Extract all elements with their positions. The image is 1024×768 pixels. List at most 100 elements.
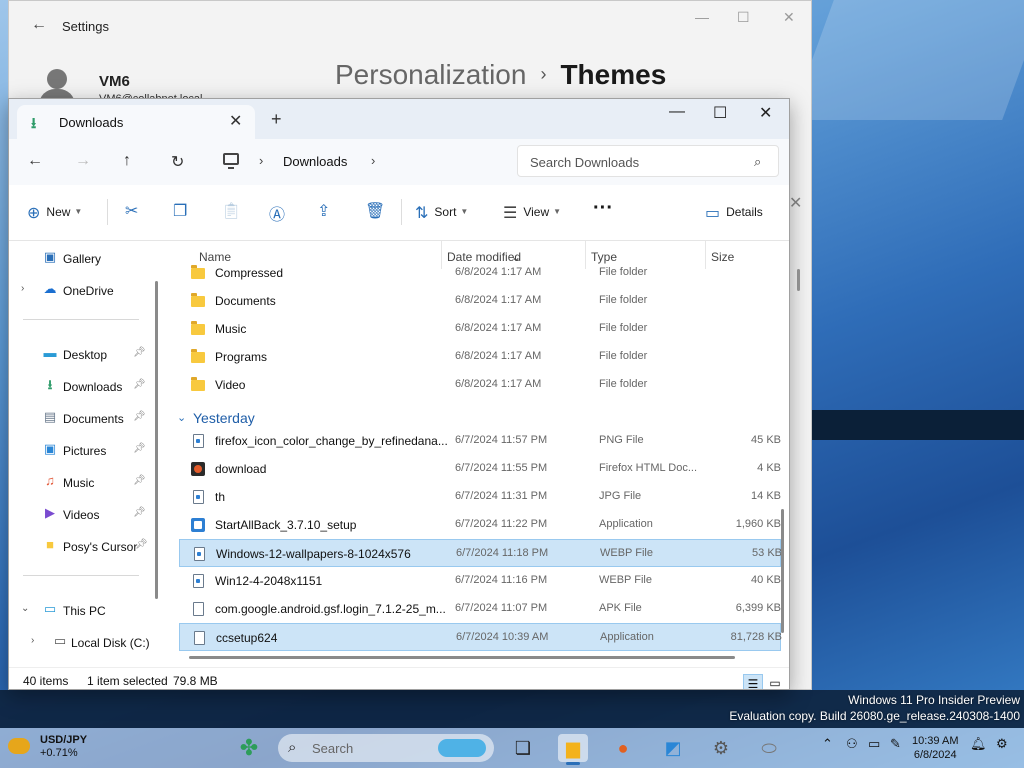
- new-tab-button[interactable]: +: [271, 109, 282, 130]
- table-row[interactable]: firefox_icon_color_change_by_refinedana.…: [179, 427, 781, 455]
- pin-icon[interactable]: 📌︎: [133, 347, 146, 358]
- close-icon[interactable]: ✕: [229, 111, 242, 131]
- task-view-icon[interactable]: ❏: [508, 734, 538, 762]
- tab-strip[interactable]: ⭳ Downloads ✕ + — ☐ ✕: [9, 99, 789, 139]
- table-row[interactable]: Compressed 6/8/2024 1:17 AM File folder: [179, 259, 781, 287]
- more-options-button[interactable]: ···: [593, 197, 613, 220]
- rename-icon[interactable]: Ⓐ: [269, 201, 285, 225]
- pin-icon[interactable]: 📌︎: [133, 507, 146, 518]
- view-button[interactable]: ☰ View ▼: [503, 203, 561, 223]
- new-button[interactable]: ⊕ New ▼: [27, 203, 82, 223]
- taskbar[interactable]: USD/JPY +0.71% ✤ ⌕ Search ❏ ▆ ● ◩ ⚙ ⬭ ⌃ …: [0, 728, 1024, 768]
- details-button[interactable]: ▭ Details: [705, 203, 763, 223]
- chevron-down-icon[interactable]: ⌄: [21, 603, 29, 614]
- pin-icon[interactable]: 📌︎: [135, 539, 148, 550]
- breadcrumb-parent[interactable]: Personalization: [335, 59, 526, 90]
- pin-icon[interactable]: 📌︎: [133, 443, 146, 454]
- chevron-down-icon[interactable]: ⌄: [177, 411, 186, 424]
- path-box[interactable]: › Downloads ›: [213, 145, 503, 177]
- back-arrow-icon[interactable]: ←: [31, 16, 47, 34]
- refresh-icon[interactable]: ↻: [171, 152, 184, 172]
- path-segment-downloads[interactable]: Downloads: [283, 154, 347, 169]
- widgets-button[interactable]: USD/JPY +0.71%: [0, 728, 100, 768]
- command-bar[interactable]: ⊕ New ▼ ✂ ❐ 📋︎ Ⓐ ⇪ 🗑︎ ⇅ Sort ▼ ☰ View ▼ ··· ▭ D…: [9, 185, 789, 241]
- app-icon[interactable]: ⬭: [754, 734, 784, 762]
- sort-button[interactable]: ⇅ Sort ▼: [415, 203, 468, 223]
- close-icon[interactable]: ✕: [789, 193, 802, 213]
- forward-arrow-icon[interactable]: →: [75, 152, 91, 170]
- file-type: File folder: [599, 350, 648, 362]
- share-icon[interactable]: ⇪: [317, 201, 330, 221]
- file-explorer-icon[interactable]: ▆: [558, 734, 588, 765]
- maximize-icon[interactable]: ☐: [713, 103, 727, 123]
- sidebar-item-music[interactable]: ♫ Music 📌︎: [9, 469, 159, 495]
- paste-icon[interactable]: 📋︎: [221, 201, 241, 221]
- firefox-icon[interactable]: ●: [608, 734, 638, 762]
- minimize-icon[interactable]: —: [695, 9, 709, 25]
- pen-icon[interactable]: ✎: [890, 736, 901, 752]
- maximize-icon[interactable]: ☐: [737, 9, 750, 26]
- copy-icon[interactable]: ❐: [173, 201, 187, 221]
- file-icon: [193, 602, 204, 616]
- cut-icon[interactable]: ✂: [125, 201, 138, 221]
- table-row[interactable]: Music 6/8/2024 1:17 AM File folder: [179, 315, 781, 343]
- pin-icon[interactable]: 📌︎: [133, 475, 146, 486]
- settings-gear-icon[interactable]: ⚙: [996, 736, 1008, 752]
- settings-titlebar[interactable]: ← Settings — ☐ ✕: [9, 1, 811, 51]
- table-row[interactable]: Windows-12-wallpapers-8-1024x576 6/7/2024…: [179, 539, 782, 567]
- table-row[interactable]: StartAllBack_3.7.10_setup 6/7/2024 11:22 …: [179, 511, 781, 539]
- chevron-right-icon[interactable]: ›: [31, 635, 34, 646]
- table-row[interactable]: download 6/7/2024 11:55 PM Firefox HTML Do…: [179, 455, 781, 483]
- minimize-icon[interactable]: —: [669, 103, 685, 121]
- sidebar-item-pictures[interactable]: ▣ Pictures 📌︎: [9, 437, 159, 463]
- pin-icon[interactable]: 📌︎: [133, 411, 146, 422]
- sidebar-item-onedrive[interactable]: › ☁ OneDrive: [9, 277, 159, 303]
- table-row[interactable]: Video 6/8/2024 1:17 AM File folder: [179, 371, 781, 399]
- close-icon[interactable]: ✕: [783, 9, 795, 26]
- tiles-view-icon[interactable]: ▭: [765, 674, 785, 689]
- sidebar-item-desktop[interactable]: ▬ Desktop 📌︎: [9, 341, 159, 367]
- file-list[interactable]: Name ⌄ Date modified Type Size Compresse…: [167, 241, 789, 665]
- chevron-right-icon[interactable]: ›: [21, 283, 24, 294]
- sidebar-item-local-disk[interactable]: › ▭ Local Disk (C:): [9, 629, 159, 655]
- close-icon[interactable]: ✕: [759, 103, 772, 123]
- address-bar[interactable]: ← → ↑ ↻ › Downloads › Search Downloads ⌕: [9, 139, 789, 185]
- start-icon[interactable]: ✤: [234, 734, 264, 762]
- taskbar-search[interactable]: ⌕ Search: [278, 734, 494, 762]
- sidebar-item-downloads[interactable]: ⭳ Downloads 📌︎: [9, 373, 159, 399]
- chevron-right-icon[interactable]: ›: [371, 153, 375, 168]
- up-arrow-icon[interactable]: ↑: [123, 152, 131, 170]
- settings-gear-icon[interactable]: ⚙: [706, 734, 736, 762]
- table-row[interactable]: Win12-4-2048x1151 6/7/2024 11:16 PM WEBP F…: [179, 567, 781, 595]
- table-row[interactable]: Documents 6/8/2024 1:17 AM File folder: [179, 287, 781, 315]
- navigation-pane[interactable]: ▣ Gallery › ☁ OneDrive ▬ Desktop 📌︎ ⭳ Do…: [9, 241, 159, 665]
- clock[interactable]: 10:39 AM 6/8/2024: [912, 734, 958, 762]
- table-row[interactable]: ccsetup624 6/7/2024 10:39 AM Application 81…: [179, 623, 782, 651]
- photos-icon[interactable]: ◩: [658, 734, 688, 762]
- scrollbar[interactable]: [781, 509, 784, 633]
- sidebar-item-this-pc[interactable]: ⌄ ▭ This PC: [9, 597, 159, 623]
- pin-icon[interactable]: 📌︎: [133, 379, 146, 390]
- details-view-icon[interactable]: ☰: [743, 674, 763, 689]
- tab-downloads[interactable]: ⭳ Downloads ✕: [17, 105, 255, 139]
- delete-icon[interactable]: 🗑︎: [365, 201, 385, 221]
- search-input[interactable]: Search Downloads ⌕: [517, 145, 779, 177]
- scrollbar[interactable]: [189, 656, 735, 659]
- table-row[interactable]: th 6/7/2024 11:31 PM JPG File 14 KB: [179, 483, 781, 511]
- chevron-right-icon[interactable]: ›: [259, 153, 263, 168]
- file-explorer-window[interactable]: ⭳ Downloads ✕ + — ☐ ✕ ← → ↑ ↻ › Download…: [8, 98, 790, 690]
- sidebar-item-documents[interactable]: ▤ Documents 📌︎: [9, 405, 159, 431]
- network-icon[interactable]: ⚇: [846, 736, 858, 752]
- table-row[interactable]: com.google.android.gsf.login_7.1.2-25_m.…: [179, 595, 781, 623]
- scrollbar[interactable]: [797, 269, 800, 291]
- table-row[interactable]: Programs 6/8/2024 1:17 AM File folder: [179, 343, 781, 371]
- notification-bell-icon[interactable]: 🔔︎: [970, 736, 987, 752]
- sidebar-item-gallery[interactable]: ▣ Gallery: [9, 245, 159, 271]
- display-icon[interactable]: ▭: [868, 736, 880, 752]
- chevron-up-icon[interactable]: ⌃: [822, 736, 833, 752]
- scrollbar[interactable]: [155, 281, 158, 599]
- sidebar-item-videos[interactable]: ▶ Videos 📌︎: [9, 501, 159, 527]
- sidebar-item-posys-cursor[interactable]: ■ Posy's Cursor 📌︎: [9, 533, 159, 559]
- back-arrow-icon[interactable]: ←: [27, 152, 43, 170]
- file-size: 6,399 KB: [735, 602, 781, 614]
